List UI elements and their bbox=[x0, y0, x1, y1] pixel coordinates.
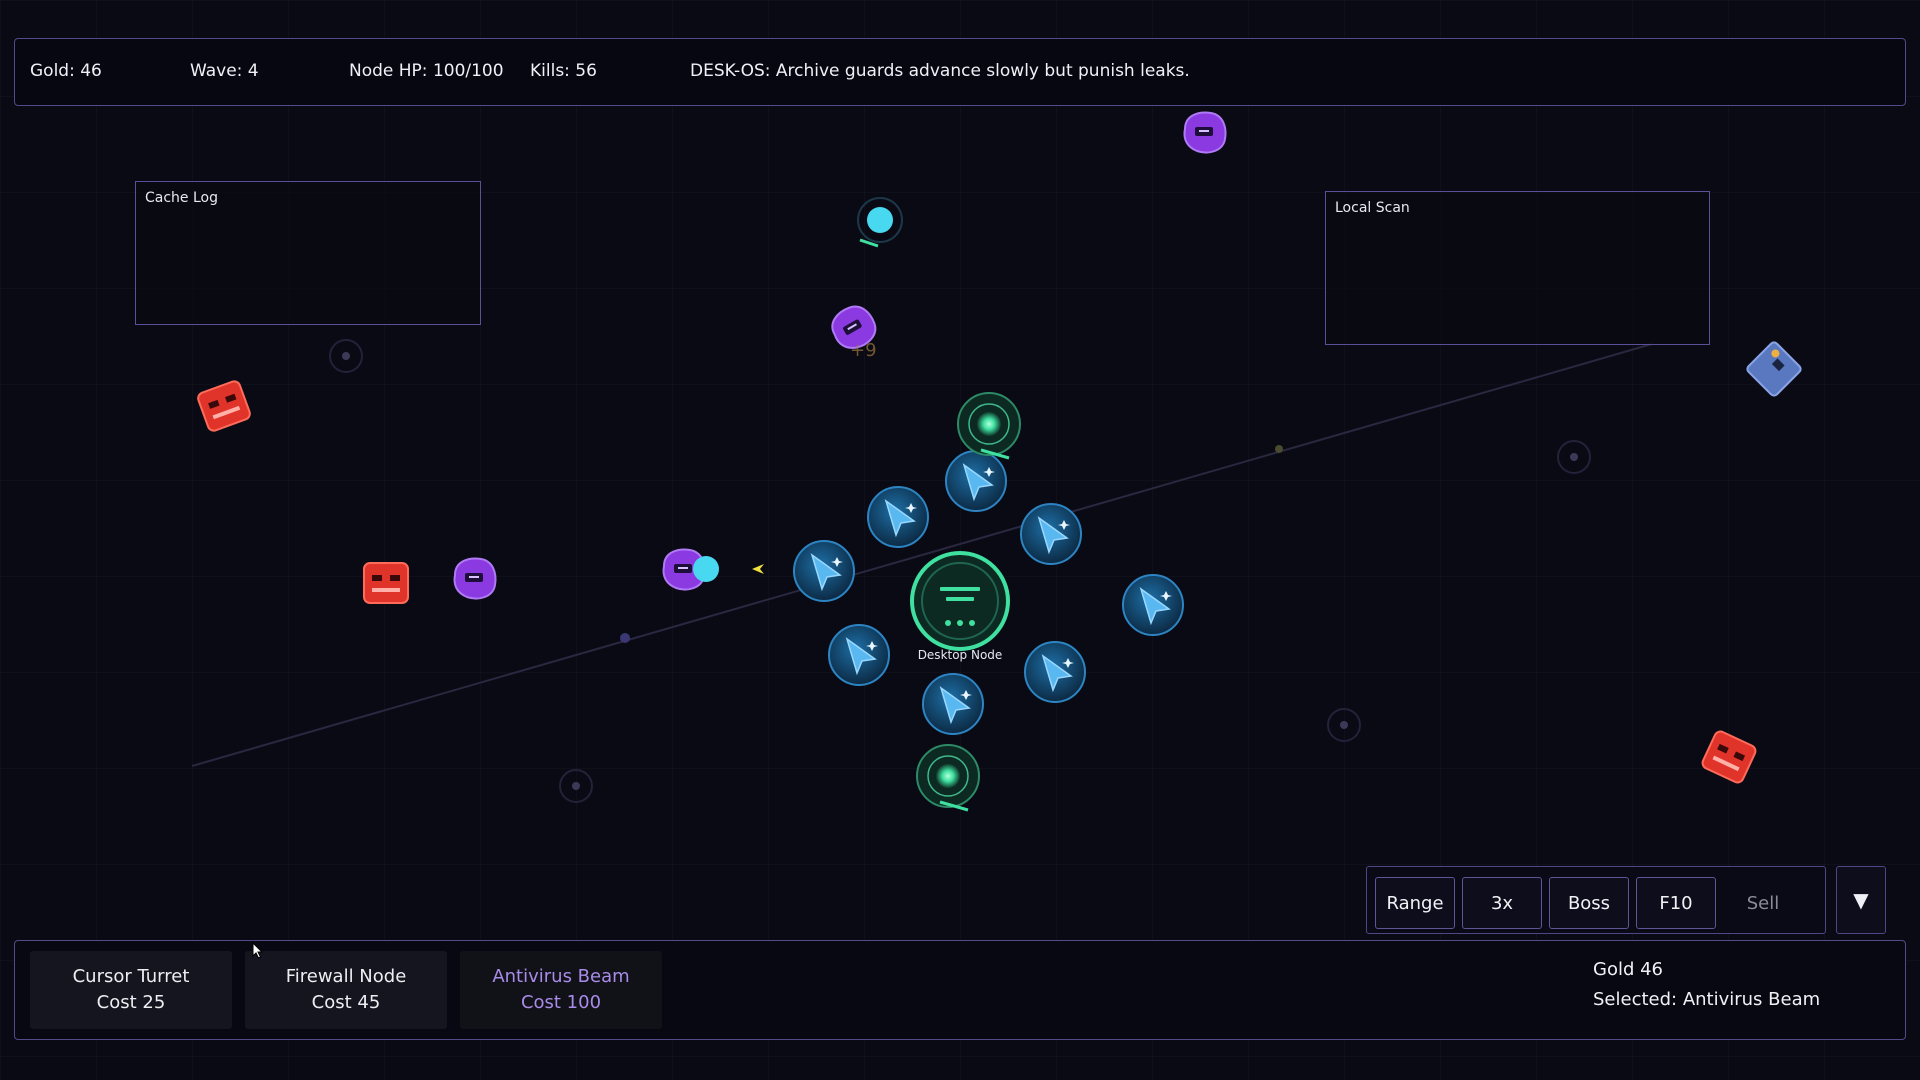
tower-cost: Cost 25 bbox=[96, 992, 166, 1013]
desktop-node-icon[interactable] bbox=[910, 551, 1010, 651]
tower-name: Firewall Node bbox=[285, 966, 407, 987]
antivirus-beam-icon[interactable] bbox=[956, 391, 1022, 460]
collapse-toggle-button[interactable]: ▼ bbox=[1836, 866, 1886, 934]
range-button[interactable]: Range bbox=[1375, 877, 1455, 929]
purple-enemy-icon bbox=[453, 557, 497, 600]
cursor-turret-icon[interactable] bbox=[1020, 503, 1082, 565]
cache-log-title: Cache Log bbox=[145, 190, 218, 206]
boss-button[interactable]: Boss bbox=[1549, 877, 1629, 929]
status-message: DESK-OS: Archive guards advance slowly b… bbox=[690, 61, 1190, 81]
enemy-path-line bbox=[191, 343, 1653, 767]
node-hp-counter: Node HP: 100/100 bbox=[349, 61, 504, 81]
desktop-node-label: Desktop Node bbox=[917, 648, 1003, 662]
wave-counter: Wave: 4 bbox=[190, 61, 259, 81]
selection-info: Gold 46 Selected: Antivirus Beam bbox=[1593, 955, 1820, 1015]
local-scan-panel: Local Scan bbox=[1325, 191, 1710, 345]
tower-option-firewall-node[interactable]: Firewall Node Cost 45 bbox=[245, 951, 447, 1029]
antivirus-beam-icon[interactable] bbox=[915, 743, 981, 812]
tower-name: Cursor Turret bbox=[72, 966, 190, 987]
info-selected: Selected: Antivirus Beam bbox=[1593, 989, 1821, 1010]
chevron-down-icon: ▼ bbox=[1853, 888, 1869, 912]
tower-shop-bar: Cursor Turret Cost 25 Firewall Node Cost… bbox=[14, 940, 1906, 1040]
game-controls: Range 3x Boss F10 Sell bbox=[1366, 866, 1826, 934]
cursor-turret-icon[interactable] bbox=[922, 673, 984, 735]
path-waypoint bbox=[620, 633, 630, 643]
projectile-icon bbox=[857, 197, 903, 248]
cache-log-panel: Cache Log bbox=[135, 181, 481, 325]
red-enemy-icon bbox=[1699, 728, 1759, 786]
purple-enemy-icon bbox=[1183, 111, 1227, 154]
cursor-turret-icon[interactable] bbox=[1122, 574, 1184, 636]
cursor-turret-icon[interactable] bbox=[945, 450, 1007, 512]
tower-option-antivirus-beam[interactable]: Antivirus Beam Cost 100 bbox=[460, 951, 662, 1029]
tower-option-cursor-turret[interactable]: Cursor Turret Cost 25 bbox=[30, 951, 232, 1029]
blue-enemy-icon bbox=[1746, 341, 1802, 397]
gold-counter: Gold: 46 bbox=[30, 61, 102, 81]
projectile-icon bbox=[693, 556, 719, 582]
red-enemy-icon bbox=[195, 378, 253, 434]
speed-button[interactable]: 3x bbox=[1462, 877, 1542, 929]
cursor-turret-icon[interactable] bbox=[867, 486, 929, 548]
cursor-turret-icon[interactable] bbox=[1024, 641, 1086, 703]
kills-counter: Kills: 56 bbox=[530, 61, 597, 81]
info-gold: Gold 46 bbox=[1593, 959, 1664, 980]
empty-slot-icon[interactable] bbox=[1327, 708, 1361, 742]
tower-cost: Cost 45 bbox=[311, 992, 381, 1013]
path-waypoint bbox=[1275, 445, 1283, 453]
cursor-turret-icon[interactable] bbox=[793, 540, 855, 602]
floating-reward-text: +9 bbox=[850, 340, 877, 361]
status-bar: Gold: 46 Wave: 4 Node HP: 100/100 Kills:… bbox=[14, 38, 1906, 106]
empty-slot-icon[interactable] bbox=[329, 339, 363, 373]
empty-slot-icon[interactable] bbox=[1557, 440, 1591, 474]
projectile-icon bbox=[752, 564, 764, 574]
red-enemy-icon bbox=[363, 562, 409, 604]
local-scan-title: Local Scan bbox=[1335, 200, 1410, 216]
mouse-pointer-icon bbox=[252, 942, 264, 959]
sell-button[interactable]: Sell bbox=[1723, 877, 1803, 929]
f10-button[interactable]: F10 bbox=[1636, 877, 1716, 929]
tower-name: Antivirus Beam bbox=[492, 966, 630, 987]
cursor-turret-icon[interactable] bbox=[828, 624, 890, 686]
game-board[interactable]: +9 Desktop Node Cache Log Local Scan Gol… bbox=[0, 0, 1920, 1080]
tower-cost: Cost 100 bbox=[520, 992, 602, 1013]
empty-slot-icon[interactable] bbox=[559, 769, 593, 803]
